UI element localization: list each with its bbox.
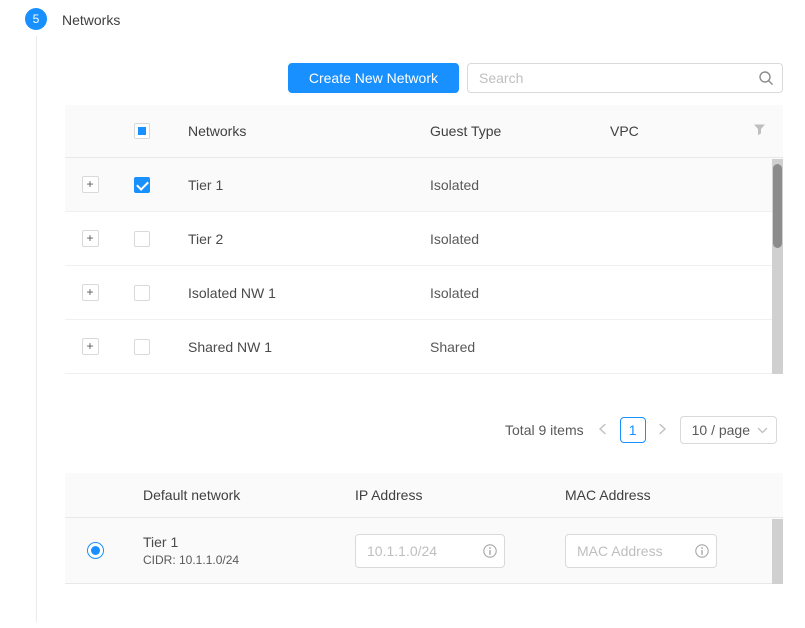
- pagination-total: Total 9 items: [505, 422, 584, 438]
- networks-toolbar: Create New Network: [65, 63, 783, 93]
- header-filter: [753, 123, 783, 139]
- step-connector-line: [36, 36, 37, 622]
- chevron-right-icon: [658, 422, 667, 438]
- header-select-all: [115, 123, 168, 139]
- header-vpc: VPC: [610, 123, 753, 139]
- networks-step-page: 5 Networks Create New Network Networks G…: [0, 0, 805, 628]
- page-size-value: 10 / page: [692, 422, 750, 438]
- plus-icon: +: [86, 285, 93, 299]
- header-mac-address: MAC Address: [565, 487, 783, 503]
- cell-network-name: Shared NW 1: [168, 339, 430, 355]
- table-row[interactable]: + Isolated NW 1 Isolated: [65, 266, 783, 320]
- row-checkbox[interactable]: [134, 177, 150, 193]
- cell-guest-type: Isolated: [430, 285, 610, 301]
- plus-icon: +: [86, 339, 93, 353]
- pagination: Total 9 items 1 10 / page: [65, 415, 783, 445]
- select-all-checkbox[interactable]: [134, 123, 150, 139]
- expand-row-button[interactable]: +: [82, 284, 99, 301]
- table-scrollbar[interactable]: [772, 159, 783, 374]
- default-table-header: Default network IP Address MAC Address: [65, 473, 783, 518]
- mac-address-field: [565, 534, 717, 568]
- scrollbar-thumb[interactable]: [773, 164, 782, 248]
- networks-table: Networks Guest Type VPC + Tier 1 Isolate…: [65, 105, 783, 374]
- header-guest-type: Guest Type: [430, 123, 610, 139]
- chevron-left-icon: [598, 422, 607, 438]
- page-1-button[interactable]: 1: [620, 417, 646, 443]
- cell-network-name: Tier 2: [168, 231, 430, 247]
- ip-address-field: [355, 534, 505, 568]
- table-row[interactable]: + Shared NW 1 Shared: [65, 320, 783, 374]
- plus-icon: +: [86, 177, 93, 191]
- next-page-button[interactable]: [654, 417, 672, 443]
- row-checkbox[interactable]: [134, 231, 150, 247]
- cell-guest-type: Isolated: [430, 177, 610, 193]
- search-icon[interactable]: [758, 70, 774, 86]
- row-checkbox[interactable]: [134, 285, 150, 301]
- create-new-network-button[interactable]: Create New Network: [288, 63, 459, 93]
- expand-row-button[interactable]: +: [82, 230, 99, 247]
- header-networks: Networks: [168, 123, 430, 139]
- default-network-radio[interactable]: [87, 542, 104, 559]
- step-title: Networks: [62, 12, 120, 28]
- header-ip-address: IP Address: [355, 487, 565, 503]
- search-input[interactable]: [467, 63, 783, 93]
- cell-guest-type: Shared: [430, 339, 610, 355]
- expand-row-button[interactable]: +: [82, 176, 99, 193]
- plus-icon: +: [86, 231, 93, 245]
- header-default-network: Default network: [125, 487, 355, 503]
- prev-page-button[interactable]: [594, 417, 612, 443]
- cell-network-name: Tier 1: [168, 177, 430, 193]
- default-network-name: Tier 1: [143, 534, 355, 550]
- networks-table-header: Networks Guest Type VPC: [65, 105, 783, 158]
- row-checkbox[interactable]: [134, 339, 150, 355]
- table-row[interactable]: + Tier 1 Isolated: [65, 158, 783, 212]
- cell-guest-type: Isolated: [430, 231, 610, 247]
- expand-row-button[interactable]: +: [82, 338, 99, 355]
- step-number-badge: 5: [25, 8, 47, 30]
- step-content: Create New Network Networks Guest Type V…: [65, 63, 783, 584]
- step-number: 5: [33, 12, 40, 26]
- default-network-table: Default network IP Address MAC Address T…: [65, 473, 783, 584]
- default-network-cidr: CIDR: 10.1.1.0/24: [143, 553, 355, 567]
- filter-funnel-icon[interactable]: [753, 123, 766, 139]
- cell-network-name: Isolated NW 1: [168, 285, 430, 301]
- page-size-select[interactable]: 10 / page: [680, 416, 777, 444]
- info-icon: [483, 544, 497, 558]
- table-row[interactable]: + Tier 2 Isolated: [65, 212, 783, 266]
- info-icon: [695, 544, 709, 558]
- search-box: [467, 63, 783, 93]
- default-network-row[interactable]: Tier 1 CIDR: 10.1.1.0/24: [65, 518, 783, 584]
- default-table-scrollbar[interactable]: [772, 519, 783, 584]
